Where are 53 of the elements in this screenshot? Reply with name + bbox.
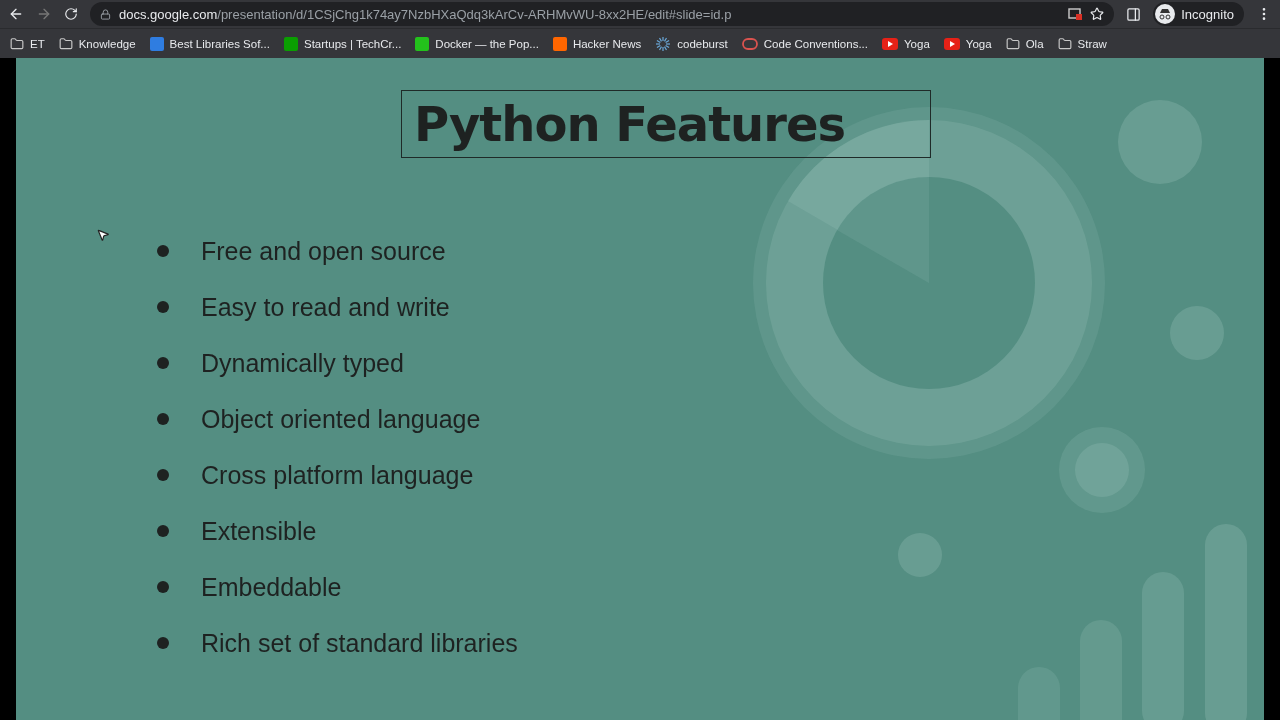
bookmark-link[interactable]: Startups | TechCr... [283,36,402,51]
bullet-text: Easy to read and write [201,292,450,322]
profile-button[interactable]: Incognito [1153,2,1244,26]
folder-icon [10,36,24,51]
bookmark-link[interactable]: Straw [1057,36,1107,51]
bullet-text: Embeddable [201,572,342,602]
bullet-dot [157,469,169,481]
starburst-icon [655,35,672,52]
lock-icon [100,8,111,20]
bookmark-link[interactable]: codeburst [655,35,728,52]
bookmark-link[interactable]: Hacker News [552,36,642,51]
bookmark-link[interactable]: Yoga [943,37,992,50]
bookmark-link[interactable]: Code Conventions... [741,37,868,50]
address-bar[interactable]: docs.google.com/presentation/d/1CSjChg1k74ay7NzbHXaQdq3kArCv-ARHMvWU-8xx2HE/edit#slide=id.p [90,2,1115,26]
ring-icon [741,37,758,50]
folder-icon [1057,36,1072,51]
bullet-dot [157,301,169,313]
bullet-text: Dynamically typed [201,348,404,378]
folder-icon [58,36,73,51]
site-icon [552,36,567,51]
bullet-text: Extensible [201,516,317,546]
blocked-popup-icon[interactable] [1068,8,1083,20]
bookmark-star-icon[interactable] [1090,7,1105,21]
site-icon [415,36,430,51]
cursor-icon [96,228,110,242]
bullet-dot [157,637,169,649]
site-icon [149,36,164,51]
bullet-text: Rich set of standard libraries [201,628,518,658]
bullet-dot [157,581,169,593]
bullet-text: Free and open source [201,236,446,266]
side-panel-button[interactable] [1126,6,1142,22]
back-button[interactable] [8,6,24,22]
bookmark-link[interactable]: Docker — the Pop... [415,36,539,51]
site-icon [283,36,298,51]
folder-icon [1005,36,1020,51]
bullet-dot [157,525,169,537]
bullet-dot [157,357,169,369]
bookmark-link[interactable]: Ola [1005,36,1044,51]
bullet-text: Cross platform language [201,460,474,490]
bullet-dot [157,245,169,257]
incognito-icon [1155,4,1176,24]
reload-button[interactable] [64,7,78,21]
play-icon [882,37,898,50]
play-icon [943,37,960,50]
bookmark-link[interactable]: Yoga [882,37,930,50]
bookmark-link[interactable]: Best Libraries Sof... [149,36,270,51]
bullet-text: Object oriented language [201,404,481,434]
forward-button[interactable] [36,6,52,22]
bookmark-link[interactable]: Knowledge [58,36,136,51]
slide-title: Python Features [401,90,931,158]
bullet-dot [157,413,169,425]
url-text: docs.google.com/presentation/d/1CSjChg1k74ay7NzbHXaQdq3kArCv-ARHMvWU-8xx2HE/edit#slide=id.p [119,6,733,22]
bookmark-link[interactable]: ET [10,36,45,51]
